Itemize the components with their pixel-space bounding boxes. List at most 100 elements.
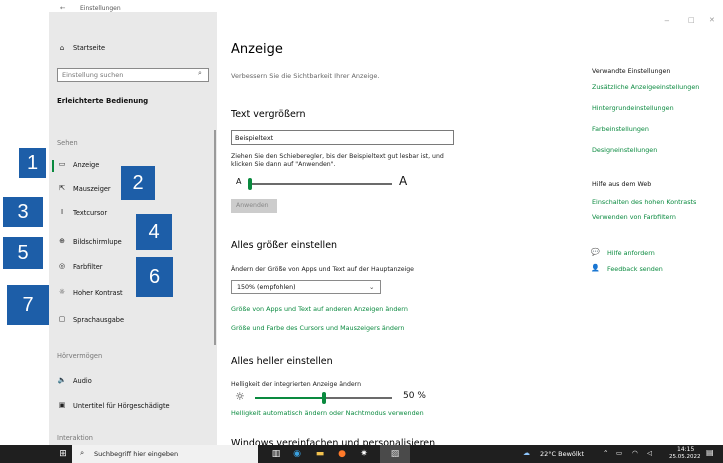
overlay-number-2: 2: [121, 166, 155, 200]
wifi-icon[interactable]: ◠: [632, 449, 638, 457]
high-contrast-icon: ☼: [58, 288, 66, 296]
sidebar-item-mauszeiger[interactable]: Mauszeiger: [73, 185, 111, 193]
search-icon: ⌕: [198, 69, 202, 77]
taskbar-search[interactable]: ⌕ Suchbegriff hier eingeben: [72, 445, 258, 463]
sidebar-item-audio[interactable]: Audio: [73, 377, 92, 385]
sidebar-item-captions[interactable]: Untertitel für Hörgeschädigte: [73, 402, 170, 410]
help-chat-icon: 💬: [591, 248, 600, 256]
brightness-value: 50 %: [403, 391, 426, 401]
size-description: Ändern der Größe von Apps und Text auf d…: [231, 266, 414, 273]
search-icon: ⌕: [80, 448, 85, 457]
size-section-heading: Alles größer einstellen: [231, 240, 338, 251]
task-view-icon[interactable]: ▥: [270, 448, 282, 460]
overlay-number-3: 3: [3, 197, 43, 227]
related-link-color[interactable]: Farbeinstellungen: [592, 125, 649, 133]
network-icon[interactable]: ▭: [616, 449, 622, 457]
notifications-icon[interactable]: ▤: [706, 448, 714, 457]
windows-start-icon[interactable]: ⊞: [57, 448, 69, 460]
search-input[interactable]: [57, 68, 209, 82]
photos-icon[interactable]: ▨: [389, 448, 401, 460]
weather-icon: ☁: [523, 449, 530, 457]
chevron-down-icon: ⌄: [369, 283, 375, 291]
mouse-pointer-icon: ⇱: [59, 184, 65, 192]
back-icon[interactable]: ←: [60, 4, 65, 12]
bright-section-heading: Alles heller einstellen: [231, 356, 333, 367]
text-instructions-line2: klicken Sie dann auf "Anwenden".: [231, 161, 336, 168]
apply-button[interactable]: Anwenden: [231, 199, 277, 213]
weather-text: 22°C Bewölkt: [540, 450, 584, 458]
sidebar-item-sprachausgabe[interactable]: Sprachausgabe: [73, 316, 124, 324]
captions-icon: ▣: [58, 401, 66, 409]
scale-dropdown[interactable]: 150% (empfohlen) ⌄: [231, 280, 381, 294]
maximize-button[interactable]: □: [688, 16, 695, 24]
text-size-slider-thumb[interactable]: [248, 178, 252, 190]
overlay-number-6: 6: [136, 257, 173, 297]
taskbar-search-placeholder: Suchbegriff hier eingeben: [94, 450, 179, 458]
brightness-slider[interactable]: [255, 392, 392, 404]
section-hoeren: Hörvermögen: [57, 352, 103, 360]
clock-time[interactable]: 14:15: [677, 446, 694, 453]
firefox-icon[interactable]: ●: [336, 448, 348, 460]
link-cursor-size[interactable]: Größe und Farbe des Cursors und Mauszeig…: [231, 324, 404, 332]
magnifier-icon: ⊕: [59, 237, 65, 245]
category-title: Erleichterte Bedienung: [57, 97, 149, 105]
close-button[interactable]: ✕: [709, 16, 715, 24]
settings-gear-icon[interactable]: ✷: [358, 448, 370, 460]
link-night-mode[interactable]: Helligkeit automatisch ändern oder Nacht…: [231, 409, 424, 417]
sun-icon: ☼: [235, 390, 245, 403]
sidebar-item-hoher-kontrast[interactable]: Hoher Kontrast: [73, 289, 123, 297]
page-subtitle: Verbessern Sie die Sichtbarkeit Ihrer An…: [231, 72, 380, 80]
text-size-slider[interactable]: [248, 178, 392, 190]
tray-chevron-icon[interactable]: ⌃: [603, 449, 608, 457]
settings-window: { "window":{"back_glyph":"←","title":"Ei…: [0, 0, 723, 463]
help-link-high-contrast[interactable]: Einschalten des hohen Kontrasts: [592, 198, 696, 206]
sidebar-item-anzeige[interactable]: Anzeige: [73, 161, 99, 169]
minimize-button[interactable]: −: [664, 17, 670, 25]
section-interaktion: Interaktion: [57, 434, 93, 442]
related-link-theme[interactable]: Designeinstellungen: [592, 146, 657, 154]
related-link-additional-display[interactable]: Zusätzliche Anzeigeeinstellungen: [592, 83, 699, 91]
slider-min-label: A: [236, 177, 242, 186]
help-heading: Hilfe aus dem Web: [592, 181, 652, 188]
link-other-displays[interactable]: Größe von Apps und Text auf anderen Anze…: [231, 305, 408, 313]
sidebar-item-farbfilter[interactable]: Farbfilter: [73, 263, 102, 271]
section-sehen: Sehen: [57, 139, 78, 147]
brightness-slider-thumb[interactable]: [321, 392, 326, 404]
feedback-icon: 👤: [591, 264, 600, 272]
get-help-link[interactable]: Hilfe anfordern: [607, 249, 655, 257]
color-filter-icon: ◎: [58, 262, 66, 270]
text-instructions-line1: Ziehen Sie den Schieberegler, bis der Be…: [231, 153, 444, 160]
sidebar-home[interactable]: Startseite: [73, 44, 105, 52]
window-title: Einstellungen: [80, 5, 121, 12]
sidebar-item-textcursor[interactable]: Textcursor: [73, 209, 107, 217]
related-heading: Verwandte Einstellungen: [592, 68, 671, 75]
edge-icon[interactable]: ◉: [291, 448, 303, 460]
brightness-description: Helligkeit der integrierten Anzeige ände…: [231, 381, 362, 388]
sample-text-box: Beispieltext: [231, 130, 454, 145]
overlay-number-4: 4: [136, 214, 172, 250]
clock-date[interactable]: 25.05.2022: [669, 454, 701, 460]
overlay-number-7: 7: [7, 285, 49, 325]
left-margin: [0, 12, 49, 445]
send-feedback-link[interactable]: Feedback senden: [607, 265, 663, 273]
slider-max-label: A: [399, 174, 408, 188]
scale-dropdown-value: 150% (empfohlen): [237, 284, 296, 291]
text-section-heading: Text vergrößern: [231, 109, 306, 120]
related-link-background[interactable]: Hintergrundeinstellungen: [592, 104, 674, 112]
brightness-slider-fill: [255, 397, 324, 399]
narrator-icon: ▢: [58, 315, 66, 323]
file-explorer-icon[interactable]: ▬: [314, 448, 326, 460]
monitor-icon: ▭: [58, 160, 66, 168]
text-cursor-icon: I: [60, 208, 64, 216]
page-title: Anzeige: [231, 42, 283, 57]
sidebar-scrollbar[interactable]: [214, 130, 216, 345]
sample-text: Beispieltext: [235, 134, 274, 142]
volume-icon[interactable]: ◁: [647, 449, 652, 457]
overlay-number-5: 5: [3, 237, 43, 269]
help-link-color-filters[interactable]: Verwenden von Farbfiltern: [592, 213, 676, 221]
sidebar-item-bildschirmlupe[interactable]: Bildschirmlupe: [73, 238, 122, 246]
speaker-icon: 🔈: [57, 376, 67, 384]
selected-indicator: [52, 160, 54, 172]
apply-button-label: Anwenden: [236, 202, 269, 209]
home-icon: ⌂: [59, 44, 65, 52]
